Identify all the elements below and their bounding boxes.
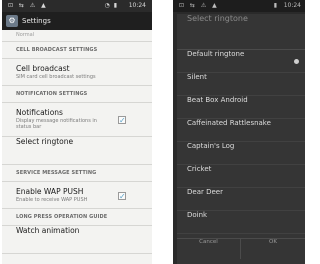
ringtone-label: Doink <box>187 211 208 219</box>
page-title: Settings <box>22 17 51 25</box>
ringtone-option-doink[interactable]: Doink <box>177 211 305 234</box>
ringtone-label: Default ringtone <box>187 50 245 58</box>
ringtone-option-beat-box[interactable]: Beat Box Android <box>177 96 305 119</box>
status-bar: ⊡ ⇆ ⚠ ▲ ▮ 10:24 <box>173 0 305 12</box>
status-time: 10:24 <box>128 2 146 9</box>
wap-push-summary: Enable to receive WAP PUSH <box>16 197 88 203</box>
partial-list-item: Normal <box>2 30 152 42</box>
cell-broadcast-item[interactable]: Cell broadcast SIM card cell broadcast s… <box>2 59 152 86</box>
notification-icons: ⊡ ⇆ ⚠ ▲ <box>8 2 48 9</box>
section-header-notification: NOTIFICATION SETTINGS <box>2 86 152 103</box>
ok-button[interactable]: OK <box>241 239 305 259</box>
ringtone-option-silent[interactable]: Silent <box>177 73 305 96</box>
wap-push-title: Enable WAP PUSH <box>16 187 84 196</box>
select-ringtone-item[interactable]: Select ringtone <box>2 137 152 165</box>
notifications-checkbox[interactable]: ✓ <box>118 116 126 125</box>
notifications-item[interactable]: Notifications Display message notificati… <box>2 103 152 137</box>
cell-broadcast-title: Cell broadcast <box>16 64 70 73</box>
ringtone-label: Cricket <box>187 165 212 173</box>
ringtone-label: Silent <box>187 73 207 81</box>
watch-animation-item[interactable]: Watch animation <box>2 226 152 254</box>
signal-battery-icon: ◔ ▮ <box>104 2 118 9</box>
ringtone-option-dear-deer[interactable]: Dear Deer <box>177 188 305 211</box>
notifications-title: Notifications <box>16 108 63 117</box>
action-bar: ⚙ Settings <box>2 12 152 30</box>
section-header-cell-broadcast: CELL BROADCAST SETTINGS <box>2 42 152 59</box>
ringtone-option-default[interactable]: Default ringtone <box>177 50 305 73</box>
ringtone-dialog: Select ringtone Default ringtone Silent … <box>177 14 305 264</box>
ringtone-label: Caffeinated Rattlesnake <box>187 119 271 127</box>
dialog-buttons: Cancel OK <box>177 238 305 259</box>
notification-icons: ⊡ ⇆ ⚠ ▲ <box>179 2 219 9</box>
ringtone-screen: ⊡ ⇆ ⚠ ▲ ▮ 10:24 Select ringtone Default … <box>173 0 305 264</box>
battery-icon: ▮ <box>273 2 277 9</box>
wap-push-item[interactable]: Enable WAP PUSH Enable to receive WAP PU… <box>2 182 152 209</box>
cell-broadcast-summary: SIM card cell broadcast settings <box>16 74 96 80</box>
settings-list: Normal CELL BROADCAST SETTINGS Cell broa… <box>2 30 152 254</box>
settings-screen: ⊡ ⇆ ⚠ ▲ ◔ ▮ 10:24 ⚙ Settings Normal CELL… <box>2 0 152 264</box>
watch-animation-title: Watch animation <box>16 226 80 235</box>
status-time: 10:24 <box>283 2 301 9</box>
section-header-service: SERVICE MESSAGE SETTING <box>2 165 152 182</box>
section-header-long-press: LONG PRESS OPERATION GUIDE <box>2 209 152 226</box>
wap-push-checkbox[interactable]: ✓ <box>118 192 126 201</box>
ringtone-option-captains-log[interactable]: Captain's Log <box>177 142 305 165</box>
ringtone-label: Captain's Log <box>187 142 235 150</box>
settings-app-icon[interactable]: ⚙ <box>6 15 18 27</box>
ringtone-label: Beat Box Android <box>187 96 248 104</box>
notifications-summary: Display message notifications in status … <box>16 118 97 130</box>
status-bar: ⊡ ⇆ ⚠ ▲ ◔ ▮ 10:24 <box>2 0 152 12</box>
cancel-button[interactable]: Cancel <box>177 239 241 259</box>
select-ringtone-title: Select ringtone <box>16 137 74 146</box>
ringtone-option-cricket[interactable]: Cricket <box>177 165 305 188</box>
ringtone-label: Dear Deer <box>187 188 223 196</box>
ringtone-option-caffeinated[interactable]: Caffeinated Rattlesnake <box>177 119 305 142</box>
selected-radio-icon[interactable] <box>294 59 299 64</box>
dialog-title: Select ringtone <box>177 14 305 50</box>
